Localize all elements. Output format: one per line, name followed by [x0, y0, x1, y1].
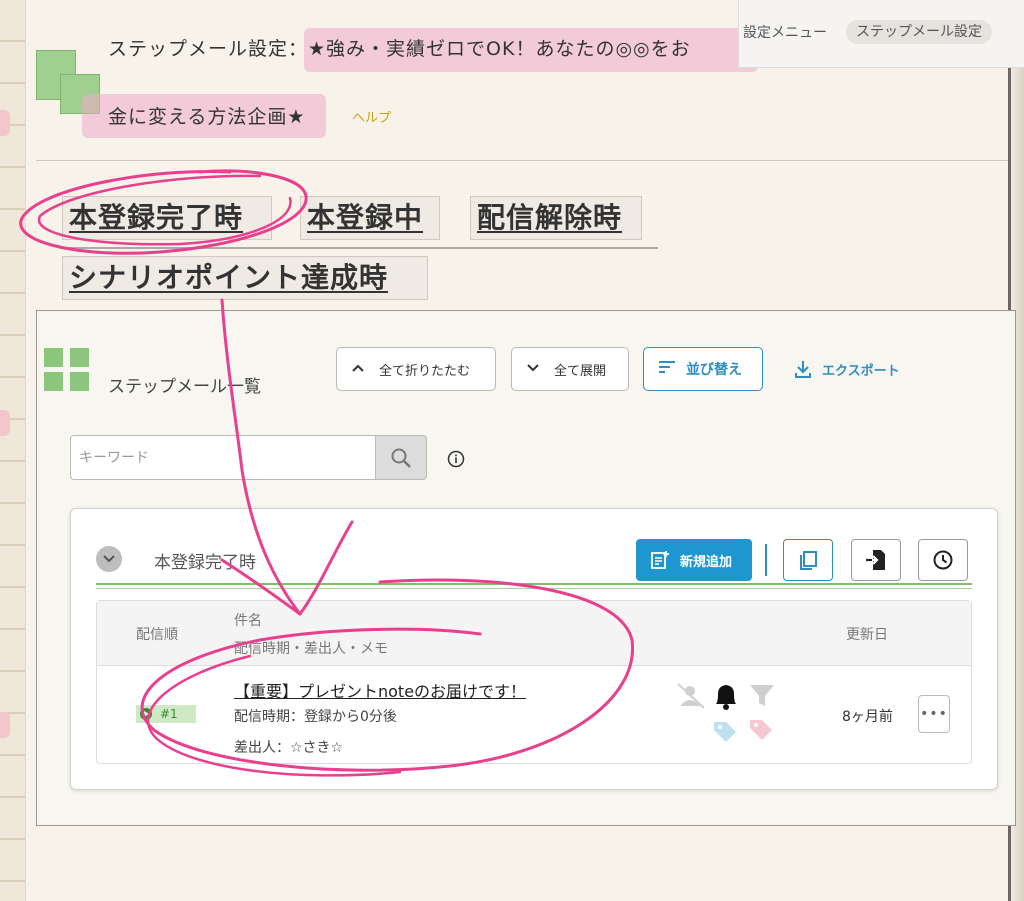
- chevron-up-icon: [351, 362, 369, 377]
- status-icons: [676, 682, 786, 744]
- bell-icon: [716, 685, 736, 710]
- keyword-search-input[interactable]: [70, 435, 376, 480]
- import-file-icon: [866, 550, 885, 570]
- page-title: ステップメール設定：★強み・実績ゼロでOK！あなたの◎◎をお: [108, 34, 691, 61]
- col-header-updated: 更新日: [846, 627, 888, 643]
- sort-icon: [658, 360, 676, 378]
- tab-main-registration-complete[interactable]: 本登録完了時: [62, 196, 272, 240]
- sender-name: 差出人：☆さき☆: [234, 740, 344, 756]
- play-icon: [140, 708, 152, 720]
- paper-tab: [0, 712, 10, 738]
- add-document-icon: [651, 551, 669, 569]
- header-divider: [36, 160, 1008, 161]
- updated-date: 8ヶ月前: [842, 709, 893, 725]
- tab-scenario-point-achieved[interactable]: シナリオポイント達成時: [62, 256, 428, 300]
- paper-tab: [0, 410, 10, 436]
- table-header: [97, 601, 971, 666]
- delivery-timing: 配信時期：登録から0分後: [234, 709, 397, 725]
- settings-menu-select[interactable]: ステップメール設定: [846, 20, 992, 44]
- download-icon: [794, 359, 812, 379]
- row-more-options-button[interactable]: •••: [918, 695, 950, 733]
- section-divider: [96, 588, 972, 589]
- export-label: エクスポート: [822, 363, 900, 379]
- export-link[interactable]: エクスポート: [794, 359, 900, 379]
- toolbar-divider: [765, 544, 767, 576]
- section-title: 本登録完了時: [154, 553, 256, 573]
- col-header-subject-sub: 配信時期・差出人・メモ: [234, 641, 388, 657]
- expand-all-button[interactable]: 全て展開: [511, 347, 629, 391]
- tag-icon: [750, 720, 772, 740]
- import-button[interactable]: [851, 539, 901, 581]
- col-header-subject: 件名: [234, 613, 262, 629]
- collapse-all-button[interactable]: 全て折りたたむ: [336, 347, 496, 391]
- delivery-order-badge: #1: [136, 705, 196, 723]
- grid-icon: [44, 372, 63, 391]
- col-header-order: 配信順: [136, 627, 178, 643]
- expand-all-label: 全て展開: [554, 363, 607, 379]
- tab-main-registering[interactable]: 本登録中: [300, 196, 440, 240]
- tabs-divider: [60, 247, 658, 249]
- copy-button[interactable]: [783, 539, 833, 581]
- settings-menu-label: 設定メニュー: [743, 25, 827, 41]
- section-divider: [96, 583, 972, 585]
- clock-icon: [933, 550, 953, 570]
- tag-icon: [714, 722, 736, 742]
- grid-icon: [70, 348, 89, 367]
- add-new-step-mail-button[interactable]: 新規追加: [636, 539, 752, 581]
- user-off-icon: [677, 683, 705, 709]
- paper-tab: [0, 110, 10, 136]
- info-icon[interactable]: [447, 450, 465, 468]
- page-title-prefix: ステップメール設定：: [108, 38, 309, 60]
- add-new-label: 新規追加: [680, 554, 733, 570]
- help-link[interactable]: ヘルプ: [352, 107, 391, 126]
- copy-icon: [800, 551, 817, 570]
- ellipsis-icon: •••: [920, 706, 948, 722]
- page-title-line2: 金に変える方法企画★: [108, 106, 306, 128]
- delivery-order-number: #1: [160, 707, 178, 721]
- step-mail-list-title: ステップメール一覧: [108, 377, 261, 397]
- search-icon: [391, 448, 411, 468]
- collapse-all-label: 全て折りたたむ: [379, 363, 471, 379]
- sort-label: 並び替え: [686, 362, 742, 378]
- history-button[interactable]: [918, 539, 968, 581]
- chevron-down-icon: [103, 555, 115, 563]
- chevron-down-icon: [526, 362, 544, 377]
- grid-icon: [44, 348, 63, 367]
- search-button[interactable]: [375, 435, 427, 480]
- tab-unsubscribe[interactable]: 配信解除時: [470, 196, 642, 240]
- grid-icon: [70, 372, 89, 391]
- sort-button[interactable]: 並び替え: [643, 347, 763, 391]
- section-collapse-toggle[interactable]: [96, 546, 122, 572]
- filter-icon: [750, 685, 774, 706]
- page-title-campaign: ★強み・実績ゼロでOK！あなたの◎◎をお: [308, 38, 691, 60]
- step-mail-subject-link[interactable]: 【重要】プレゼントnoteのお届けです！: [234, 678, 526, 702]
